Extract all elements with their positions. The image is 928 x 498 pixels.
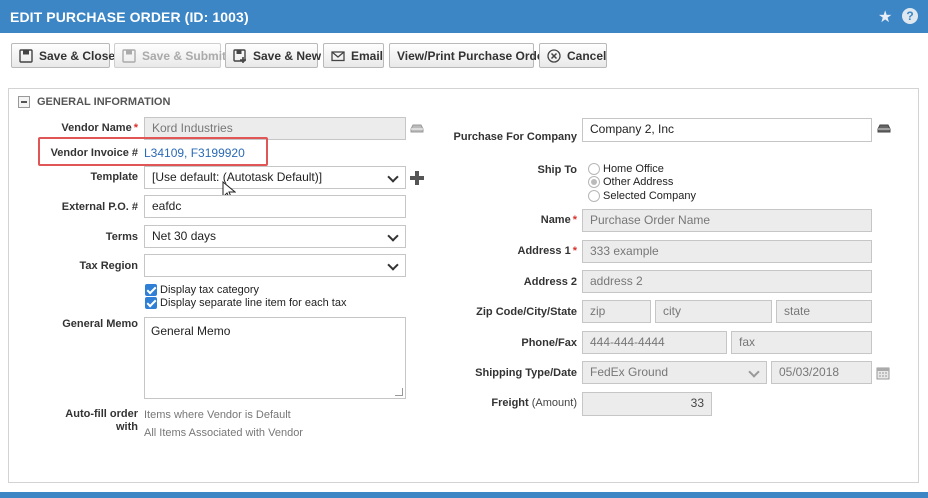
state-field[interactable]: state <box>776 300 872 323</box>
toolbar: Save & Close Save & Submit Save & New Em… <box>0 33 928 79</box>
city-field[interactable]: city <box>655 300 772 323</box>
shipping-date-field[interactable]: 05/03/2018 <box>771 361 872 384</box>
terms-select[interactable]: Net 30 days <box>144 225 406 248</box>
template-select[interactable]: [Use default: (Autotask Default)] <box>144 166 406 189</box>
view-print-button[interactable]: View/Print Purchase Order <box>389 43 548 68</box>
zip-field[interactable]: zip <box>582 300 651 323</box>
view-print-label: View/Print Purchase Order <box>397 48 549 63</box>
cancel-button[interactable]: Cancel <box>539 43 607 68</box>
zip-city-state-label: Zip Code/City/State <box>476 306 577 318</box>
email-label: Email <box>351 48 384 63</box>
vendor-name-label: Vendor Name * <box>61 122 138 134</box>
radio-selected-icon <box>588 176 600 188</box>
freight-field[interactable]: 33 <box>582 392 712 416</box>
fax-field[interactable]: fax <box>731 331 872 354</box>
address1-field[interactable]: 333 example <box>582 240 872 263</box>
resize-handle-icon[interactable] <box>395 388 403 396</box>
ship-to-label: Ship To <box>537 164 577 176</box>
star-icon[interactable]: ★ <box>878 7 892 27</box>
calendar-icon[interactable] <box>876 366 890 380</box>
title-bar: EDIT PURCHASE ORDER (ID: 1003) ★ ? <box>0 0 928 33</box>
bottom-bar <box>0 492 928 498</box>
save-close-button[interactable]: Save & Close <box>11 43 115 68</box>
general-memo-textarea[interactable]: General Memo <box>144 317 406 399</box>
section-title: GENERAL INFORMATION <box>37 96 171 108</box>
highlight-box <box>38 137 268 166</box>
radio-icon <box>588 190 600 202</box>
ship-to-home-office-radio[interactable]: Home Office <box>588 163 664 175</box>
save-new-button[interactable]: Save & New <box>225 43 322 68</box>
floppy-disk-icon <box>122 48 136 63</box>
section-header[interactable]: GENERAL INFORMATION <box>18 96 170 108</box>
help-icon[interactable]: ? <box>902 8 918 24</box>
save-new-label: Save & New <box>253 48 322 63</box>
freight-label: Freight (Amount) <box>491 397 577 409</box>
phone-field[interactable]: 444-444-4444 <box>582 331 727 354</box>
purchase-for-label: Purchase For Company <box>453 131 577 143</box>
general-memo-label: General Memo <box>62 318 138 330</box>
display-tax-category-checkbox[interactable]: Display tax category <box>145 284 259 296</box>
purchase-for-field[interactable]: Company 2, Inc <box>582 118 872 142</box>
external-po-label: External P.O. # <box>61 201 138 213</box>
lookup-icon[interactable] <box>410 124 424 133</box>
shipping-type-date-label: Shipping Type/Date <box>475 367 577 379</box>
address2-field[interactable]: address 2 <box>582 270 872 293</box>
checkbox-checked-icon <box>145 297 157 309</box>
template-label: Template <box>90 171 138 183</box>
terms-label: Terms <box>105 231 138 243</box>
floppy-disk-icon <box>19 48 33 63</box>
autofill-option-vendor-default[interactable]: Items where Vendor is Default <box>144 409 291 421</box>
autofill-label-2: with <box>116 421 138 433</box>
phone-fax-label: Phone/Fax <box>521 337 577 349</box>
window-title: EDIT PURCHASE ORDER (ID: 1003) <box>10 9 249 25</box>
ship-to-other-address-radio[interactable]: Other Address <box>588 176 673 188</box>
email-button[interactable]: Email <box>323 43 384 68</box>
name-label: Name * <box>540 214 577 226</box>
save-close-label: Save & Close <box>39 48 116 63</box>
add-icon[interactable] <box>410 171 424 185</box>
collapse-icon[interactable] <box>18 96 30 108</box>
shipping-type-select[interactable]: FedEx Ground <box>582 361 767 384</box>
floppy-plus-icon <box>233 48 247 63</box>
name-field[interactable]: Purchase Order Name <box>582 209 872 232</box>
envelope-icon <box>331 49 345 63</box>
ship-to-selected-company-radio[interactable]: Selected Company <box>588 190 696 202</box>
tax-region-label: Tax Region <box>79 260 138 272</box>
save-submit-button[interactable]: Save & Submit <box>114 43 226 68</box>
address1-label: Address 1 * <box>517 245 577 257</box>
checkbox-checked-icon <box>145 284 157 296</box>
radio-icon <box>588 163 600 175</box>
cancel-label: Cancel <box>567 48 607 63</box>
external-po-field[interactable]: eafdc <box>144 195 406 218</box>
lookup-icon[interactable] <box>877 124 891 133</box>
autofill-label: Auto-fill order <box>65 408 138 420</box>
address2-label: Address 2 <box>523 276 577 288</box>
cancel-circle-icon <box>547 48 561 63</box>
autofill-option-all-items[interactable]: All Items Associated with Vendor <box>144 427 303 439</box>
tax-region-select[interactable] <box>144 254 406 277</box>
display-separate-line-checkbox[interactable]: Display separate line item for each tax <box>145 297 346 309</box>
save-submit-label: Save & Submit <box>142 48 227 63</box>
